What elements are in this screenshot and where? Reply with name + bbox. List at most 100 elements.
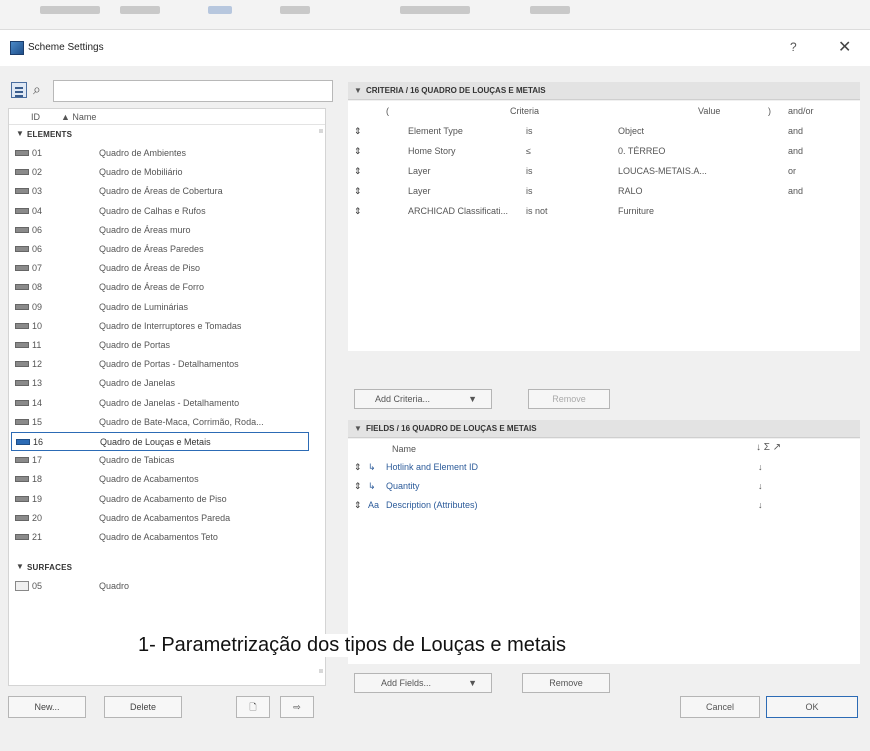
criteria-operator[interactable]: is [526, 166, 533, 176]
field-name[interactable]: Quantity [386, 481, 420, 491]
criteria-row[interactable]: ⇕ Element Type is Object and [348, 121, 848, 141]
list-item[interactable]: 18 Quadro de Acabamentos [9, 470, 325, 489]
search-icon[interactable]: ⌕ [33, 81, 41, 98]
column-tools-icons[interactable]: ↓ Σ ↗ [756, 442, 781, 453]
list-item[interactable]: 11 Quadro de Portas [9, 336, 325, 355]
delete-button[interactable]: Delete [104, 696, 182, 718]
list-item[interactable]: 17 Quadro de Tabicas [9, 451, 325, 470]
scroll-down-arrow[interactable] [319, 669, 323, 673]
ok-button[interactable]: OK [766, 696, 858, 718]
criteria-row[interactable]: ⇕ ARCHICAD Classificati... is not Furniture [348, 201, 848, 221]
schedule-icon [15, 246, 29, 252]
dropdown-icon[interactable]: ▼ [468, 390, 477, 408]
list-view-icon[interactable] [11, 82, 27, 98]
drag-handle-icon[interactable]: ⇕ [354, 481, 362, 492]
schedule-icon [15, 495, 29, 502]
criteria-header[interactable]: ▼ CRITERIA / 16 QUADRO DE LOUÇAS E METAI… [348, 82, 860, 100]
drag-handle-icon[interactable]: ⇕ [354, 126, 362, 137]
new-button[interactable]: New... [8, 696, 86, 718]
list-item[interactable]: 03 Quadro de Áreas de Cobertura [9, 182, 325, 201]
criteria-row[interactable]: ⇕ Layer is RALO and [348, 181, 848, 201]
list-item[interactable]: 20 Quadro de Acabamentos Pareda [9, 509, 325, 528]
criteria-field[interactable]: Layer [408, 186, 431, 196]
criteria-andor[interactable]: and [788, 126, 803, 136]
sort-icon[interactable]: ↓ [758, 462, 763, 472]
list-item[interactable]: 21 Quadro de Acabamentos Teto [9, 528, 325, 547]
import-icon[interactable]: 🗋 [236, 696, 270, 718]
sort-icon[interactable]: ↓ [758, 500, 763, 510]
close-button[interactable]: ✕ [838, 37, 851, 57]
list-item[interactable]: 15 Quadro de Bate-Maca, Corrimão, Roda... [9, 413, 325, 432]
criteria-andor[interactable]: and [788, 186, 803, 196]
field-row[interactable]: ⇕ ↳ Hotlink and Element ID ↓ [348, 457, 848, 477]
criteria-row[interactable]: ⇕ Home Story ≤0. TÉRREO and [348, 141, 848, 161]
list-item[interactable]: 01 Quadro de Ambientes [9, 144, 325, 163]
criteria-row[interactable]: ⇕ Layer is LOUCAS-METAIS.A... or [348, 161, 848, 181]
field-name[interactable]: Hotlink and Element ID [386, 462, 478, 472]
list-item[interactable]: 12 Quadro de Portas - Detalhamentos [9, 355, 325, 374]
field-row[interactable]: ⇕ ↳ Quantity ↓ [348, 476, 848, 496]
criteria-field[interactable]: Home Story [408, 146, 456, 156]
criteria-andor[interactable]: or [788, 166, 796, 176]
surfaces-section[interactable]: ▼ SURFACES [9, 559, 325, 576]
criteria-value[interactable]: 0. TÉRREO [618, 146, 665, 156]
criteria-value[interactable]: Furniture [618, 206, 654, 216]
export-icon[interactable]: ⇨ [280, 696, 314, 718]
scheme-id: 21 [32, 532, 43, 542]
criteria-field[interactable]: Layer [408, 166, 431, 176]
criteria-field[interactable]: ARCHICAD Classificati... [408, 206, 508, 216]
list-item[interactable]: 19 Quadro de Acabamento de Piso [9, 490, 325, 509]
fields-header[interactable]: ▼ FIELDS / 16 QUADRO DE LOUÇAS E METAIS [348, 420, 860, 438]
sort-icon[interactable]: ↓ [758, 481, 763, 491]
list-item[interactable]: 08 Quadro de Áreas de Forro [9, 278, 325, 297]
elements-section[interactable]: ▼ ELEMENTS [9, 126, 325, 143]
drag-handle-icon[interactable]: ⇕ [354, 206, 362, 217]
criteria-value[interactable]: RALO [618, 186, 643, 196]
criteria-field[interactable]: Element Type [408, 126, 463, 136]
search-input[interactable] [53, 80, 333, 102]
list-item[interactable]: 02 Quadro de Mobiliário [9, 163, 325, 182]
list-item[interactable]: 10 Quadro de Interruptores e Tomadas [9, 317, 325, 336]
list-item[interactable]: 16 Quadro de Louças e Metais [11, 432, 309, 451]
field-name[interactable]: Description (Attributes) [386, 500, 478, 510]
list-item[interactable]: 13 Quadro de Janelas [9, 374, 325, 393]
criteria-operator[interactable]: is [526, 126, 533, 136]
dropdown-icon[interactable]: ▼ [468, 674, 477, 692]
add-criteria-button[interactable]: Add Criteria... ▼ [354, 389, 492, 409]
scheme-id: 07 [32, 263, 43, 274]
id-column-header[interactable]: ID [31, 112, 40, 122]
drag-handle-icon[interactable]: ⇕ [354, 186, 362, 197]
criteria-value[interactable]: Object [618, 126, 644, 136]
drag-handle-icon[interactable]: ⇕ [354, 500, 362, 511]
add-fields-button[interactable]: Add Fields... ▼ [354, 673, 492, 693]
criteria-operator[interactable]: ≤ [526, 146, 531, 156]
scroll-up-arrow[interactable] [319, 129, 323, 133]
name-column-header[interactable]: ▲ Name [61, 112, 96, 122]
list-item[interactable]: 14 Quadro de Janelas - Detalhamento [9, 394, 325, 413]
drag-handle-icon[interactable]: ⇕ [354, 166, 362, 177]
help-button[interactable]: ? [790, 40, 797, 54]
schedule-icon [15, 303, 29, 310]
list-item[interactable]: 09 Quadro de Luminárias [9, 298, 325, 317]
criteria-value[interactable]: LOUCAS-METAIS.A... [618, 166, 707, 176]
remove-criteria-button[interactable]: Remove [528, 389, 610, 409]
scheme-id: 06 [32, 224, 43, 235]
collapse-icon: ▼ [354, 424, 362, 433]
list-item[interactable]: 06 Quadro de Áreas Paredes [9, 240, 325, 259]
drag-handle-icon[interactable]: ⇕ [354, 462, 362, 473]
criteria-operator[interactable]: is not [526, 206, 548, 216]
scheme-id: 01 [32, 148, 43, 158]
section-label: SURFACES [27, 563, 73, 572]
list-item[interactable]: 05 Quadro [9, 577, 325, 596]
scheme-id: 04 [32, 205, 43, 216]
cancel-button[interactable]: Cancel [680, 696, 760, 718]
field-row[interactable]: ⇕ Aa Description (Attributes) ↓ [348, 495, 848, 515]
remove-fields-button[interactable]: Remove [522, 673, 610, 693]
schedule-icon [15, 284, 29, 291]
drag-handle-icon[interactable]: ⇕ [354, 146, 362, 157]
list-item[interactable]: 07 Quadro de Áreas de Piso [9, 259, 325, 278]
list-item[interactable]: 04 Quadro de Calhas e Rufos [9, 202, 325, 221]
list-item[interactable]: 06 Quadro de Áreas muro [9, 221, 325, 240]
criteria-andor[interactable]: and [788, 146, 803, 156]
criteria-operator[interactable]: is [526, 186, 533, 196]
